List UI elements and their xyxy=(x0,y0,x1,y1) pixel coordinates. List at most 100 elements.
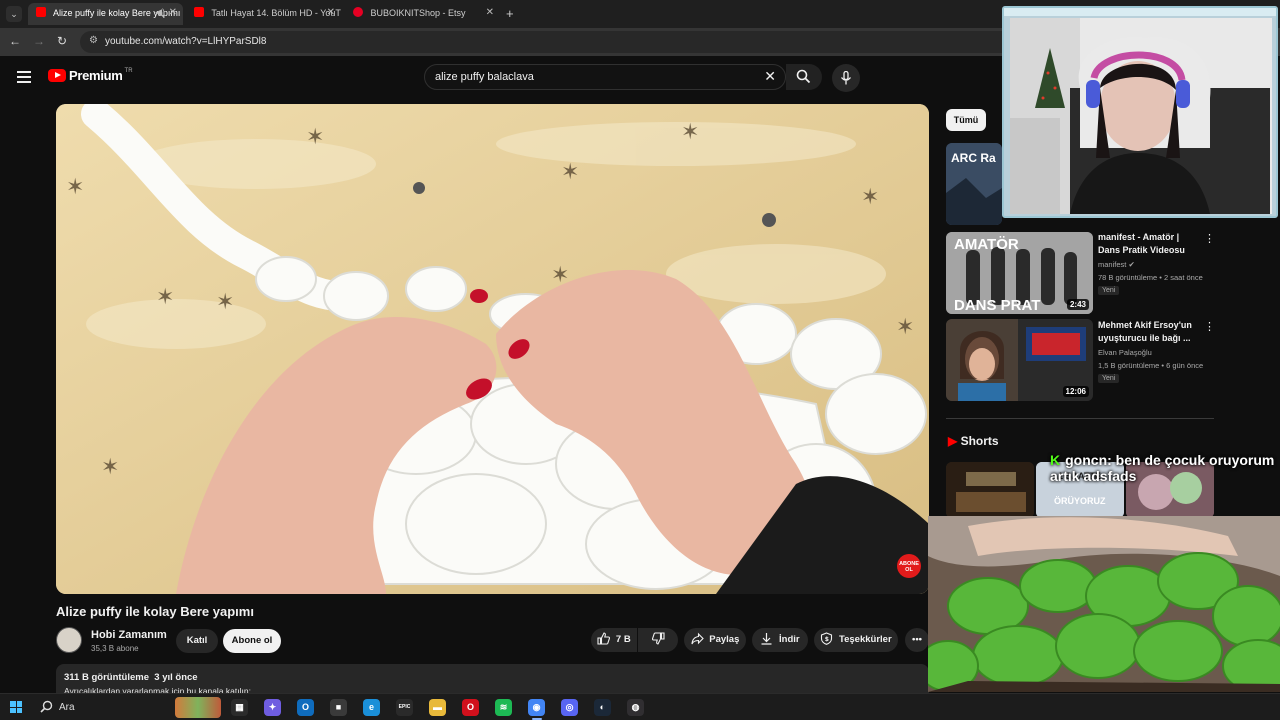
svg-text:✶: ✶ xyxy=(896,315,914,340)
thumb-text-bottom: DANS PRAT xyxy=(954,297,1040,314)
subscribe-button[interactable]: Abone ol xyxy=(223,629,281,653)
svg-text:✶: ✶ xyxy=(861,185,879,210)
tab-etsy[interactable]: BUBOIKNITShop - Etsy ✕ xyxy=(345,3,500,25)
youtube-play-icon xyxy=(48,69,66,82)
discord-icon[interactable]: ◎ xyxy=(561,699,578,716)
recommendation-thumbnail[interactable]: 12:06 xyxy=(946,319,1093,401)
more-actions-button[interactable]: ••• xyxy=(905,628,929,652)
subscriber-count: 35,3 B abone xyxy=(91,644,139,653)
explorer-icon[interactable]: ▬ xyxy=(429,699,446,716)
youtube-favicon-icon xyxy=(36,7,46,17)
widgets-button[interactable] xyxy=(175,697,221,718)
short-overlay-bottom: ÖRÜYORUZ xyxy=(1054,496,1106,506)
thanks-label: Teşekkürler xyxy=(839,634,892,645)
back-arrow-icon[interactable]: ← xyxy=(9,34,21,48)
short-thumbnail[interactable] xyxy=(946,462,1034,518)
new-tab-button[interactable]: + xyxy=(506,6,514,21)
menu-icon[interactable] xyxy=(17,71,31,83)
video-player[interactable]: ✶ ✶ ✶ ✶ ✶ ✶ ✶ ✶ ✶ ✶ ABONE OL xyxy=(56,104,929,594)
svg-text:✶: ✶ xyxy=(216,290,234,315)
like-button[interactable]: 7 B xyxy=(591,628,637,652)
youtube-logo[interactable]: Premium TR xyxy=(48,68,133,83)
webcam-feed xyxy=(1010,18,1272,214)
webcam-titlebar xyxy=(1004,8,1276,16)
download-button[interactable]: İndir xyxy=(752,628,808,652)
more-vertical-icon[interactable]: ⋮ xyxy=(1204,320,1215,333)
tab-tatli-hayat[interactable]: Tatlı Hayat 14. Bölüm HD - YouTube ✕ xyxy=(186,3,341,25)
download-label: İndir xyxy=(779,634,800,645)
svg-text:✶: ✶ xyxy=(156,285,174,310)
dislike-button[interactable] xyxy=(638,628,678,652)
kick-badge-icon: K xyxy=(1050,452,1061,468)
subscribe-watermark[interactable]: ABONE OL xyxy=(897,554,921,578)
youtube-favicon-icon xyxy=(194,7,204,17)
close-tab-icon[interactable]: ✕ xyxy=(169,7,177,18)
steam-icon[interactable]: ◐ xyxy=(594,699,611,716)
channel-avatar[interactable] xyxy=(56,627,82,653)
recommendation-channel[interactable]: manifest ✔ xyxy=(1098,260,1135,269)
forward-arrow-icon[interactable]: → xyxy=(33,34,45,48)
url-text[interactable]: youtube.com/watch?v=LlHYParSDl8 xyxy=(105,36,266,47)
share-icon xyxy=(691,632,704,645)
video-duration: 2:43 xyxy=(1066,299,1089,310)
new-badge: Yeni xyxy=(1098,374,1120,383)
epic-icon[interactable]: EPIC xyxy=(396,699,413,716)
desktop: ⌄ Alize puffy ile kolay Bere yapımı ◀) ✕… xyxy=(0,0,1280,720)
reload-icon[interactable]: ↻ xyxy=(57,34,67,48)
hand-camera-feed xyxy=(928,516,1280,692)
recommendation-meta: 1,5 B görüntüleme • 6 gün önce xyxy=(1098,361,1204,370)
chrome-icon[interactable]: ◉ xyxy=(528,699,545,716)
join-button[interactable]: Katıl xyxy=(176,629,218,653)
svg-text:✶: ✶ xyxy=(66,175,84,200)
svg-text:✶: ✶ xyxy=(101,455,119,480)
search-input[interactable]: alize puffy balaclava ✕ xyxy=(424,64,786,90)
recommendation-channel[interactable]: Elvan Palaşoğlu xyxy=(1098,348,1152,357)
recommendation-thumbnail[interactable]: ARC Ra xyxy=(946,143,1002,225)
svg-text:$: $ xyxy=(825,636,829,643)
tab-title: Tatlı Hayat 14. Bölüm HD - YouTube xyxy=(211,8,341,18)
windows-start-icon[interactable] xyxy=(10,701,22,713)
tab-search-button[interactable]: ⌄ xyxy=(6,6,22,22)
channel-name[interactable]: Hobi Zamanım xyxy=(91,629,167,641)
shorts-heading[interactable]: ▶ Shorts xyxy=(948,434,999,448)
microphone-icon xyxy=(840,71,852,85)
copilot-icon[interactable]: ✦ xyxy=(264,699,281,716)
obs-icon[interactable]: ◍ xyxy=(627,699,644,716)
more-vertical-icon[interactable]: ⋮ xyxy=(1204,232,1215,245)
search-icon xyxy=(796,69,811,84)
close-tab-icon[interactable]: ✕ xyxy=(486,7,494,18)
recommendation-meta: 78 B görüntüleme • 2 saat önce xyxy=(1098,273,1203,282)
search-query[interactable]: alize puffy balaclava xyxy=(435,71,534,83)
chat-message: Kgoncn: ben de çocuk oruyorum artık adsf… xyxy=(1050,452,1278,484)
audio-playing-icon[interactable]: ◀) xyxy=(155,7,165,18)
close-tab-icon[interactable]: ✕ xyxy=(327,7,335,18)
site-info-icon[interactable]: ⚙ xyxy=(89,35,98,46)
like-count: 7 B xyxy=(615,634,631,645)
recommendation-title[interactable]: Mehmet Akif Ersoy'un uyuşturucu ile bağı… xyxy=(1098,319,1198,345)
thanks-button[interactable]: $ Teşekkürler xyxy=(814,628,898,652)
recommendation-title[interactable]: manifest - Amatör | Dans Pratik Videosu xyxy=(1098,231,1198,257)
opera-icon[interactable]: O xyxy=(462,699,479,716)
filter-chip-all[interactable]: Tümü xyxy=(946,109,986,131)
spotify-icon[interactable]: ≋ xyxy=(495,699,512,716)
voice-search-button[interactable] xyxy=(832,64,860,92)
task-view-icon[interactable]: ▦ xyxy=(231,699,248,716)
upload-age: 3 yıl önce xyxy=(154,672,198,683)
svg-text:✶: ✶ xyxy=(561,160,579,185)
taskbar-search-icon[interactable] xyxy=(40,700,53,713)
view-stats: 311 B görüntüleme 3 yıl önce xyxy=(64,672,198,683)
edge-icon[interactable]: e xyxy=(363,699,380,716)
clear-search-icon[interactable]: ✕ xyxy=(764,68,776,85)
tab-youtube-video[interactable]: Alize puffy ile kolay Bere yapımı ◀) ✕ xyxy=(28,3,183,25)
shorts-label: Shorts xyxy=(960,434,999,448)
taskbar-search-label[interactable]: Ara xyxy=(59,702,75,713)
outlook-icon[interactable]: O xyxy=(297,699,314,716)
svg-text:✶: ✶ xyxy=(681,120,699,145)
video-duration: 12:06 xyxy=(1062,386,1089,397)
super-thanks-icon: $ xyxy=(821,632,833,645)
search-button[interactable] xyxy=(786,64,822,90)
share-button[interactable]: Paylaş xyxy=(684,628,746,652)
logo-region: TR xyxy=(124,67,133,74)
recommendation-thumbnail[interactable]: AMATÖR DANS PRAT 2:43 xyxy=(946,232,1093,314)
store-icon[interactable]: ■ xyxy=(330,699,347,716)
